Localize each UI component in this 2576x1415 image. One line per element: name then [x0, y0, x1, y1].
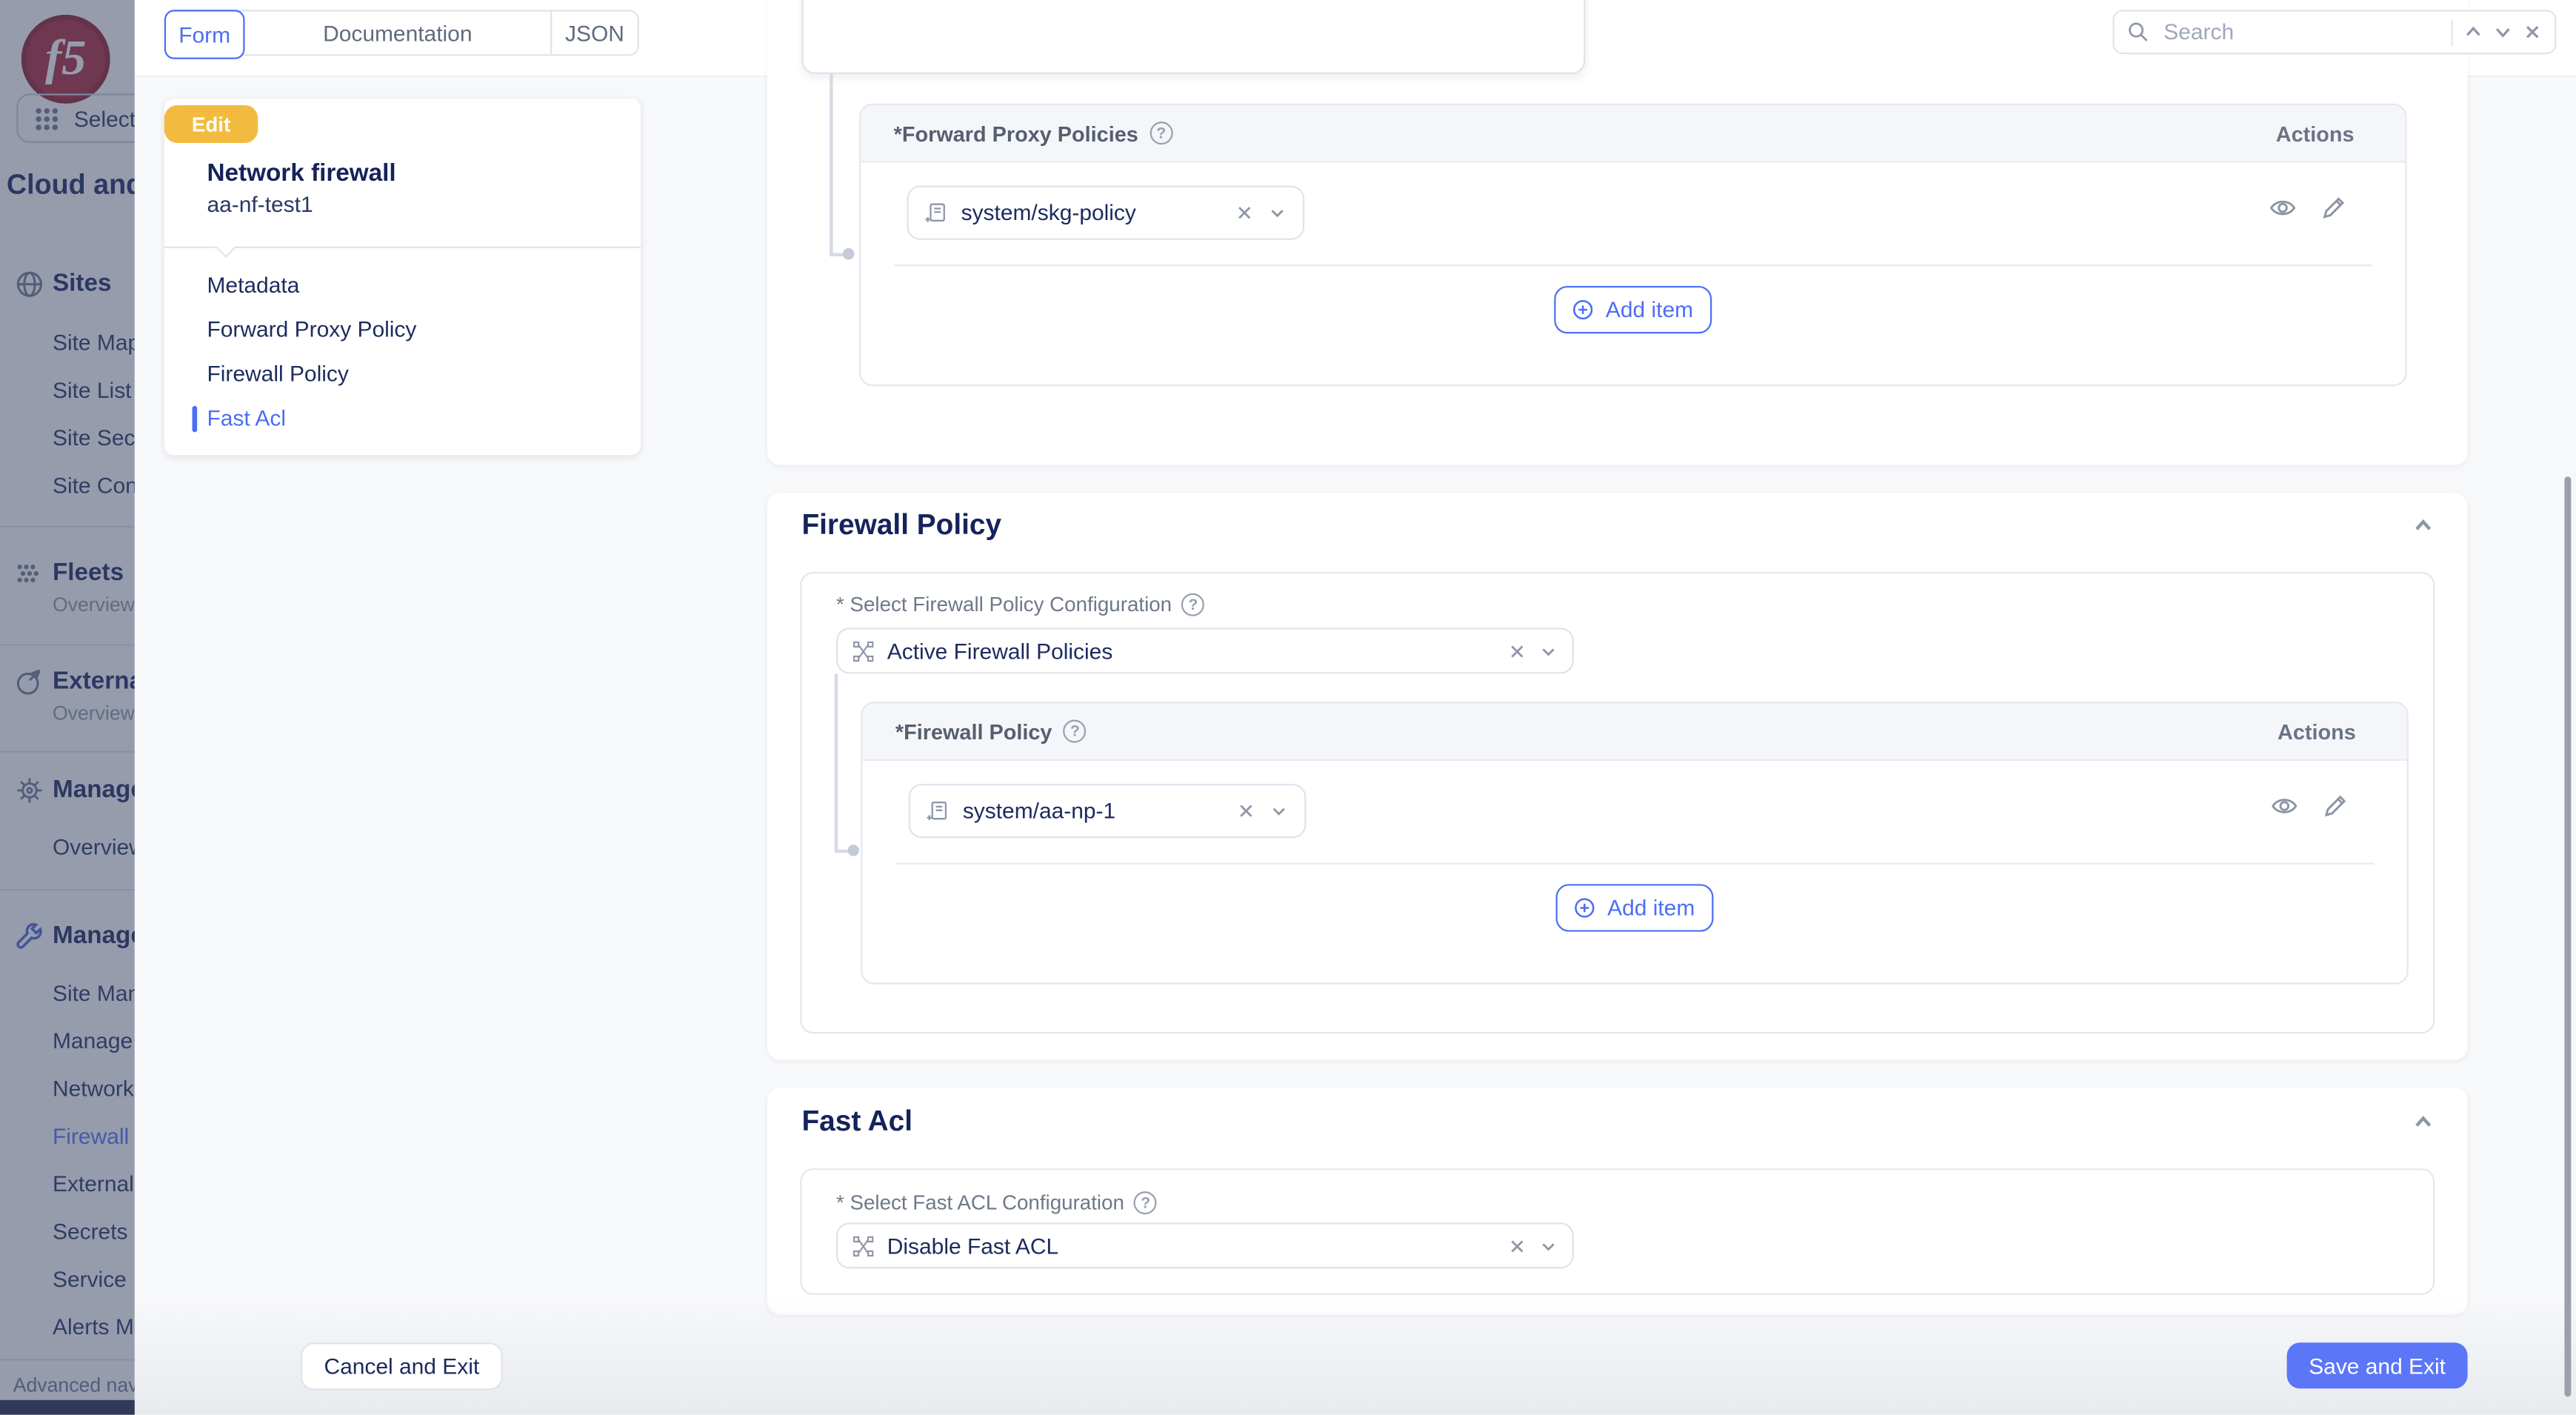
actions-column-header: Actions: [2276, 121, 2355, 145]
editor-nav-firewall-policy[interactable]: Firewall Policy: [207, 362, 348, 386]
fast-acl-section-heading: Fast Acl: [801, 1105, 912, 1139]
add-item-label: Add item: [1606, 297, 1693, 322]
firewall-policy-config-select[interactable]: Active Firewall Policies: [836, 627, 1574, 673]
editor-nav-fast-acl[interactable]: Fast Acl: [207, 406, 286, 430]
view-row-eye-icon[interactable]: [2270, 792, 2298, 820]
add-item-button[interactable]: Add item: [1556, 884, 1714, 931]
tab-json[interactable]: JSON: [552, 12, 637, 55]
firewall-policy-config-container: * Select Firewall Policy Configuration ?…: [800, 572, 2435, 1033]
collapse-section-icon[interactable]: [2412, 1111, 2435, 1133]
row-actions: [2270, 792, 2349, 820]
firewall-policy-select-label-wrap: * Select Firewall Policy Configuration ?: [836, 593, 1204, 616]
search-divider: [2451, 19, 2452, 45]
firewall-policy-section-card: Firewall Policy * Select Firewall Policy…: [767, 493, 2468, 1059]
help-icon[interactable]: ?: [1064, 720, 1087, 743]
fast-acl-select-label: * Select Fast ACL Configuration: [836, 1191, 1124, 1214]
firewall-policy-row-select[interactable]: system/aa-np-1: [909, 784, 1307, 838]
forward-proxy-policy-value: system/skg-policy: [961, 201, 1221, 225]
edit-row-pencil-icon[interactable]: [2321, 792, 2349, 820]
editor-object-type: Network firewall: [207, 159, 396, 187]
policy-doc-icon: [927, 800, 948, 822]
config-shuffle-icon: [852, 1235, 874, 1256]
forward-proxy-policies-table-header: *Forward Proxy Policies ? Actions: [861, 105, 2405, 163]
view-tabs: Form Documentation JSON: [164, 10, 639, 56]
clear-selection-icon[interactable]: [1235, 204, 1253, 222]
clear-selection-icon[interactable]: [1508, 642, 1526, 659]
tab-form[interactable]: Form: [164, 10, 245, 59]
clear-selection-icon[interactable]: [1237, 802, 1255, 819]
firewall-policy-config-value: Active Firewall Policies: [887, 639, 1495, 663]
close-icon[interactable]: [2523, 23, 2541, 41]
view-tabs-group: Form Documentation JSON: [164, 10, 639, 56]
editor-nav-metadata[interactable]: Metadata: [207, 273, 299, 297]
chevron-down-icon[interactable]: [1270, 802, 1288, 819]
collapse-section-icon[interactable]: [2412, 514, 2435, 537]
sidebar-dim-overlay: [0, 0, 135, 1415]
view-row-eye-icon[interactable]: [2269, 194, 2297, 222]
editor-divider-caret: [216, 237, 236, 258]
firewall-policy-select-label: * Select Firewall Policy Configuration: [836, 593, 1172, 616]
firewall-policy-label: *Firewall Policy: [895, 719, 1052, 743]
app-root: f5 Select s Cloud and Sites Site Map Sit…: [0, 0, 2576, 1415]
connector-line: [830, 74, 832, 255]
connector-dot: [843, 248, 855, 260]
fast-acl-section-card: Fast Acl * Select Fast ACL Configuration…: [767, 1088, 2468, 1314]
plus-circle-icon: [1573, 299, 1595, 321]
chevron-down-icon[interactable]: [1539, 642, 1557, 659]
firewall-policy-label-wrap: *Firewall Policy ?: [895, 719, 1087, 743]
fast-acl-config-value: Disable Fast ACL: [887, 1233, 1495, 1258]
vertical-scrollbar[interactable]: [2564, 476, 2571, 1396]
connector-line: [835, 673, 837, 851]
forward-proxy-policies-table: *Forward Proxy Policies ? Actions system…: [859, 104, 2406, 387]
firewall-policy-section-heading: Firewall Policy: [801, 507, 1001, 542]
fast-acl-config-container: * Select Fast ACL Configuration ? Disabl…: [800, 1168, 2435, 1295]
table-divider: [894, 264, 2372, 266]
config-shuffle-icon: [852, 640, 874, 662]
plus-circle-icon: [1575, 897, 1596, 919]
editor-nav-forward-proxy-policy[interactable]: Forward Proxy Policy: [207, 317, 416, 342]
forward-proxy-policies-label-wrap: *Forward Proxy Policies ?: [894, 121, 1173, 145]
chevron-down-icon[interactable]: [1539, 1236, 1557, 1254]
chevron-down-icon[interactable]: [2494, 23, 2512, 41]
editor-object-name: aa-nf-test1: [207, 193, 313, 217]
save-and-exit-button[interactable]: Save and Exit: [2287, 1342, 2468, 1388]
form-overlay-panel: Form Documentation JSON Edit: [135, 0, 2576, 1415]
editor-nav-card: Edit Network firewall aa-nf-test1 Metada…: [164, 99, 641, 455]
firewall-policy-table: *Firewall Policy ? Actions system/aa-np-…: [861, 702, 2408, 985]
help-icon[interactable]: ?: [1181, 593, 1204, 616]
row-actions: [2269, 194, 2347, 222]
add-item-label: Add item: [1607, 896, 1695, 920]
help-icon[interactable]: ?: [1134, 1191, 1157, 1214]
forward-proxy-config-select[interactable]: [801, 0, 1585, 74]
edit-row-pencil-icon[interactable]: [2320, 194, 2348, 222]
help-icon[interactable]: ?: [1149, 121, 1172, 144]
forward-proxy-section-card: *Forward Proxy Policies ? Actions system…: [767, 0, 2468, 465]
forward-proxy-policy-row-select[interactable]: system/skg-policy: [907, 186, 1304, 240]
fast-acl-select-label-wrap: * Select Fast ACL Configuration ?: [836, 1191, 1157, 1214]
table-divider: [895, 863, 2374, 865]
add-item-button[interactable]: Add item: [1554, 286, 1712, 333]
policy-doc-icon: [925, 202, 947, 224]
cancel-and-exit-button[interactable]: Cancel and Exit: [301, 1342, 503, 1390]
fast-acl-config-select[interactable]: Disable Fast ACL: [836, 1222, 1574, 1268]
search-icon: [2127, 21, 2149, 43]
left-nav-sidebar: f5 Select s Cloud and Sites Site Map Sit…: [0, 0, 135, 1415]
search-bar: [2112, 10, 2556, 54]
chevron-up-icon[interactable]: [2464, 23, 2482, 41]
firewall-policy-row-value: system/aa-np-1: [963, 799, 1222, 823]
connector-dot: [848, 845, 860, 856]
chevron-down-icon[interactable]: [1268, 204, 1286, 222]
actions-column-header: Actions: [2278, 719, 2356, 743]
forward-proxy-policies-label: *Forward Proxy Policies: [894, 121, 1138, 145]
tab-documentation[interactable]: Documentation: [244, 12, 552, 55]
clear-selection-icon[interactable]: [1508, 1236, 1526, 1254]
search-input[interactable]: [2160, 18, 2440, 46]
firewall-policy-table-header: *Firewall Policy ? Actions: [863, 703, 2407, 761]
edit-badge: Edit: [164, 105, 258, 143]
